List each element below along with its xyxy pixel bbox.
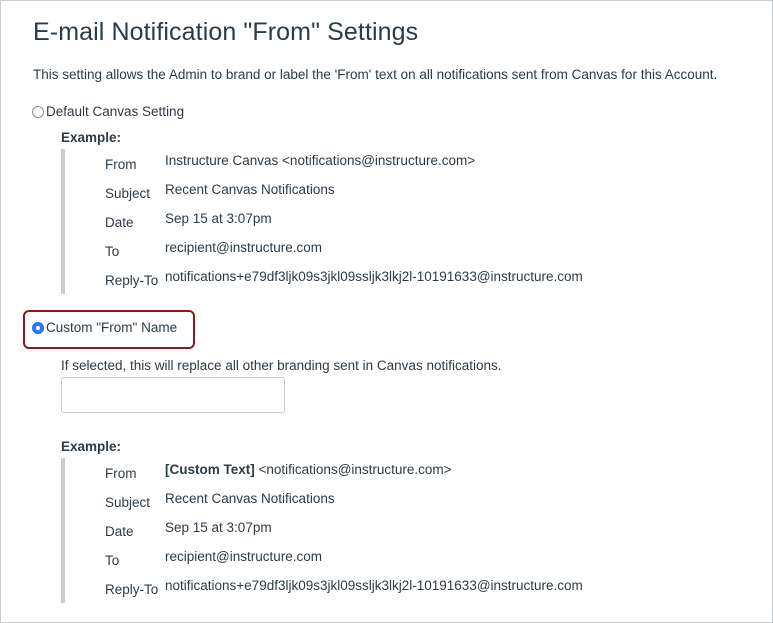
replyto-key: Reply-To bbox=[105, 273, 159, 288]
default-canvas-setting-option[interactable]: Default Canvas Setting bbox=[32, 104, 184, 119]
replyto-value: notifications+e79df3ljk09s3jkl09ssljk3lk… bbox=[165, 578, 583, 593]
to-value: recipient@instructure.com bbox=[165, 240, 323, 255]
custom-example-block: From [Custom Text] <notifications@instru… bbox=[61, 458, 665, 603]
to-value: recipient@instructure.com bbox=[165, 549, 323, 564]
subject-key: Subject bbox=[105, 495, 151, 510]
custom-text-placeholder: [Custom Text] bbox=[165, 462, 255, 477]
from-value: Instructure Canvas <notifications@instru… bbox=[165, 153, 476, 168]
to-key: To bbox=[105, 553, 120, 568]
from-address: <notifications@instructure.com> bbox=[258, 462, 452, 477]
from-key: From bbox=[105, 466, 137, 481]
date-value: Sep 15 at 3:07pm bbox=[165, 211, 272, 226]
from-key: From bbox=[105, 157, 137, 172]
custom-from-name-option[interactable]: Custom "From" Name bbox=[32, 320, 177, 335]
settings-panel: E-mail Notification "From" Settings This… bbox=[0, 0, 773, 623]
custom-from-name-input[interactable] bbox=[61, 377, 285, 413]
default-option-label: Default Canvas Setting bbox=[46, 104, 185, 119]
page-description: This setting allows the Admin to brand o… bbox=[33, 67, 718, 82]
default-example-label: Example: bbox=[61, 130, 122, 145]
custom-example-label: Example: bbox=[61, 439, 122, 454]
date-key: Date bbox=[105, 524, 134, 539]
default-example-block: From Instructure Canvas <notifications@i… bbox=[61, 149, 665, 294]
to-key: To bbox=[105, 244, 120, 259]
page-title: E-mail Notification "From" Settings bbox=[33, 18, 419, 46]
date-value: Sep 15 at 3:07pm bbox=[165, 520, 272, 535]
date-key: Date bbox=[105, 215, 134, 230]
subject-value: Recent Canvas Notifications bbox=[165, 491, 335, 506]
subject-key: Subject bbox=[105, 186, 151, 201]
from-value: [Custom Text] <notifications@instructure… bbox=[165, 462, 452, 477]
default-radio-button[interactable] bbox=[32, 105, 44, 118]
replyto-value: notifications+e79df3ljk09s3jkl09ssljk3lk… bbox=[165, 269, 583, 284]
replyto-key: Reply-To bbox=[105, 582, 159, 597]
custom-help-text: If selected, this will replace all other… bbox=[61, 358, 502, 373]
custom-option-label: Custom "From" Name bbox=[46, 320, 178, 335]
subject-value: Recent Canvas Notifications bbox=[165, 182, 335, 197]
custom-radio-button[interactable] bbox=[32, 321, 44, 334]
